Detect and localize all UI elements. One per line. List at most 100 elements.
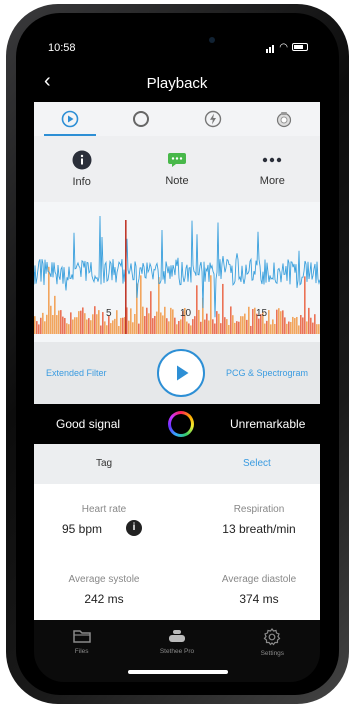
spectrogram-column	[160, 312, 162, 334]
spectrogram-column	[278, 308, 280, 334]
spectrogram-column	[132, 322, 134, 334]
spectrogram-column	[134, 313, 136, 334]
spectrogram-column	[286, 323, 288, 334]
tab-playback[interactable]	[34, 102, 106, 136]
note-button[interactable]: Note	[129, 136, 224, 202]
spectrogram-column	[274, 323, 276, 334]
spectrogram-column	[296, 316, 298, 334]
x-tick-label: 5	[106, 308, 112, 319]
spectrogram-column	[246, 319, 248, 334]
spectrogram-column	[90, 320, 92, 334]
spectrogram-column	[190, 325, 192, 334]
spectrogram-column	[174, 317, 176, 334]
spectrogram-column	[216, 311, 218, 334]
signal-quality-bar: Good signal Unremarkable	[34, 404, 320, 444]
respiration-value: 13 breath/min	[222, 522, 296, 536]
playback-controls: Extended Filter PCG & Spectrogram	[34, 342, 320, 404]
info-button[interactable]: Info	[34, 136, 129, 202]
heart-rate-info-icon[interactable]: i	[126, 520, 142, 536]
spectrogram-column	[88, 318, 90, 334]
spectrogram-column	[294, 318, 296, 334]
tab-circle[interactable]	[106, 102, 178, 136]
spectrogram-column	[34, 316, 36, 334]
spectrogram-column	[164, 306, 166, 334]
spectrogram-column	[120, 317, 122, 334]
spectrogram-column	[104, 321, 106, 334]
spectrogram-column	[56, 315, 58, 334]
spectrogram-column	[224, 317, 226, 334]
more-icon	[263, 157, 282, 163]
status-icons: ◠	[266, 41, 308, 53]
spectrogram-column	[302, 317, 304, 334]
spectrogram-column	[180, 319, 182, 334]
nav-bar: ‹ Playback	[34, 66, 320, 102]
spectrogram-column	[68, 324, 70, 334]
play-button[interactable]	[157, 349, 205, 397]
playhead-marker[interactable]	[125, 220, 127, 334]
folder-icon	[72, 630, 91, 643]
spectrogram-column	[84, 313, 86, 334]
waveform-plot[interactable]: 5 10 15	[34, 202, 320, 342]
spectrogram-column	[196, 285, 198, 334]
spectrogram-column	[198, 309, 200, 334]
home-indicator[interactable]	[128, 670, 228, 674]
spectrogram-column	[40, 317, 42, 334]
spectrogram-column	[86, 319, 88, 334]
spectrogram-column	[102, 312, 104, 334]
spectrogram-column	[138, 323, 140, 334]
spectrogram-column	[230, 306, 232, 334]
battery-icon	[292, 43, 308, 51]
spectrogram-column	[236, 321, 238, 334]
spectrogram-column	[248, 306, 250, 334]
average-diastole-value: 374 ms	[239, 592, 279, 606]
spectrogram-column	[234, 322, 236, 334]
spectrogram-column	[58, 310, 60, 334]
tab-files[interactable]: Files	[34, 620, 129, 682]
spectrogram-column	[308, 307, 310, 334]
spectrogram-column	[176, 324, 178, 334]
spectrogram-column	[166, 318, 168, 334]
note-label: Note	[165, 175, 189, 187]
spectrogram-column	[238, 321, 240, 334]
extended-filter-button[interactable]: Extended Filter	[46, 368, 107, 378]
spectrogram-column	[300, 315, 302, 334]
notch	[129, 30, 229, 52]
app-screen: 10:58 ◠ ‹ Playback Info Note More 5 10 1…	[34, 30, 320, 682]
tab-settings[interactable]: Settings	[225, 620, 320, 682]
spectrogram-column	[38, 324, 40, 334]
spectrogram-column	[240, 316, 242, 334]
x-tick-label: 10	[180, 308, 192, 319]
spectrogram-column	[122, 317, 124, 334]
spectrogram-column	[152, 318, 154, 334]
camera-icon	[209, 37, 215, 43]
tab-stethoscope[interactable]	[249, 102, 321, 136]
spectrogram-column	[94, 306, 96, 334]
more-button[interactable]: More	[225, 136, 320, 202]
spectrogram-column	[142, 306, 144, 334]
spectrogram-column	[188, 323, 190, 334]
spectrogram-column	[298, 325, 300, 334]
spectrogram-column	[144, 316, 146, 334]
spectrogram-column	[112, 320, 114, 334]
spectrogram-column	[52, 314, 54, 334]
spectrogram-column	[218, 313, 220, 334]
spectrogram-column	[312, 322, 314, 334]
tab-lightning[interactable]	[177, 102, 249, 136]
spectrogram-column	[78, 311, 80, 334]
spectrogram-column	[60, 310, 62, 334]
spectrogram-column	[232, 315, 234, 334]
spectrogram-column	[70, 312, 72, 334]
spectrogram-column	[98, 310, 100, 334]
respiration-label: Respiration	[233, 504, 285, 515]
settings-label: Settings	[260, 650, 285, 657]
spectrogram-column	[72, 319, 74, 334]
spectrogram-column	[204, 319, 206, 334]
spectrogram-column	[288, 321, 290, 334]
average-systole-value: 242 ms	[84, 592, 124, 606]
tag-select-button[interactable]: Select	[243, 458, 271, 469]
status-time: 10:58	[48, 42, 76, 54]
pcg-spectrogram-button[interactable]: PCG & Spectrogram	[226, 368, 320, 378]
mode-tabs	[34, 102, 320, 136]
spectrogram-column	[146, 307, 148, 334]
spectrogram-column	[140, 275, 142, 334]
